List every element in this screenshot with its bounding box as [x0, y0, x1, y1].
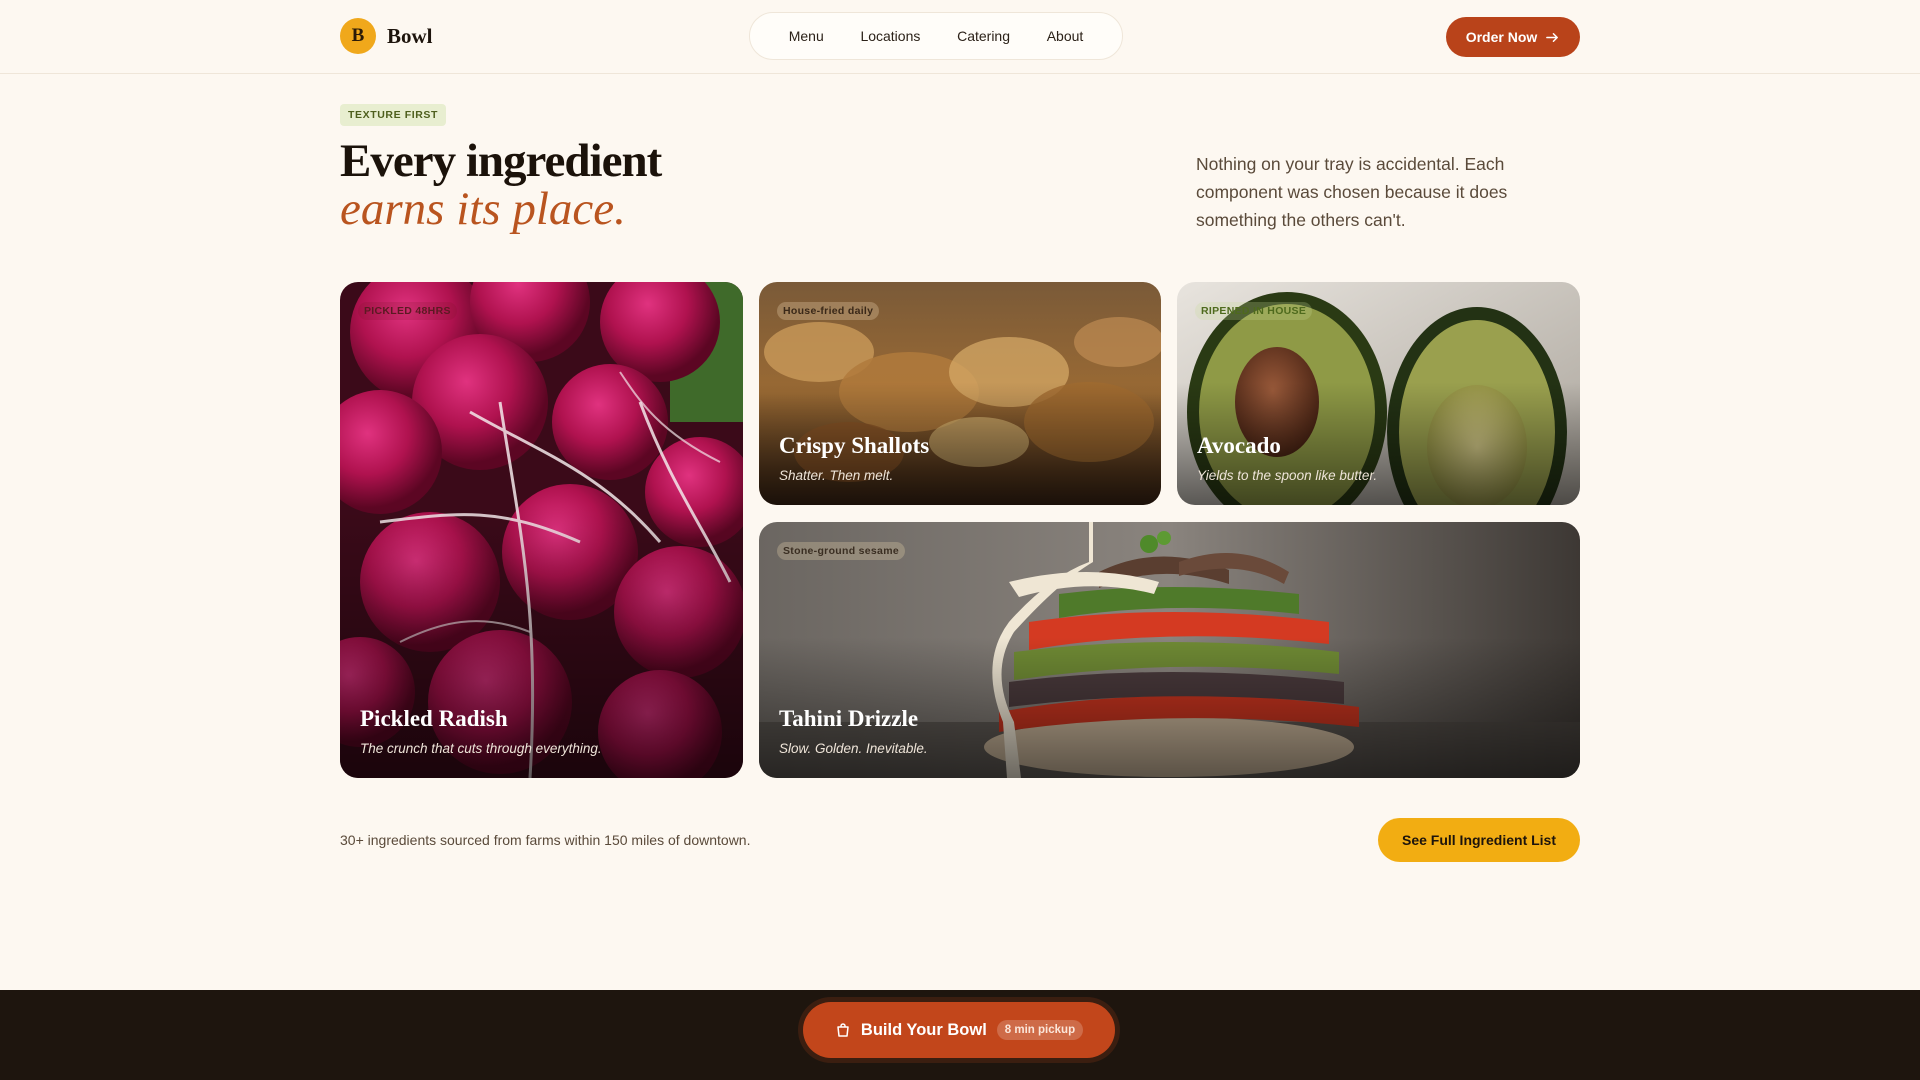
card-tag: PICKLED 48HRS: [358, 302, 457, 320]
ingredient-card-pickled-radish[interactable]: PICKLED 48HRS Pickled Radish The crunch …: [340, 282, 743, 778]
card-subtitle: Shatter. Then melt.: [779, 468, 894, 483]
full-ingredient-list-button[interactable]: See Full Ingredient List: [1378, 818, 1580, 862]
nav-item-catering[interactable]: Catering: [953, 22, 1014, 50]
card-title: Tahini Drizzle: [779, 706, 919, 731]
section-eyebrow-badge: TEXTURE FIRST: [340, 104, 447, 126]
ingredient-card-avocado[interactable]: RIPENED IN HOUSE Avocado Yields to the s…: [1177, 282, 1580, 505]
card-subtitle: The crunch that cuts through everything.: [360, 741, 602, 756]
main-nav: Menu Locations Catering About: [749, 12, 1123, 60]
shopping-bag-icon: [837, 1023, 849, 1037]
brand-logo[interactable]: B Bowl: [340, 18, 433, 54]
arrow-right-icon: [1546, 32, 1559, 42]
nav-item-about[interactable]: About: [1043, 22, 1088, 50]
logo-mark: B: [340, 18, 376, 54]
site-header: B Bowl Menu Locations Catering About Ord…: [0, 0, 1920, 74]
order-now-button[interactable]: Order Now: [1446, 17, 1580, 57]
card-title: Avocado: [1197, 433, 1281, 458]
nav-item-menu[interactable]: Menu: [785, 22, 828, 50]
brand-name: Bowl: [387, 23, 433, 48]
card-title: Crispy Shallots: [779, 433, 930, 458]
pickup-time-badge: 8 min pickup: [996, 1020, 1084, 1040]
ingredient-card-tahini-drizzle[interactable]: Stone-ground sesame Tahini Drizzle Slow.…: [759, 522, 1580, 778]
card-shade: [340, 282, 743, 778]
section-headline: Every ingredient: [340, 135, 662, 187]
card-title: Pickled Radish: [360, 706, 508, 731]
section-intro: Nothing on your tray is accidental. Each…: [1196, 154, 1508, 230]
sourcing-note: 30+ ingredients sourced from farms withi…: [340, 832, 751, 848]
card-tag: RIPENED IN HOUSE: [1195, 302, 1313, 320]
card-shade: [759, 522, 1580, 778]
card-tag: House-fried daily: [777, 302, 880, 320]
nav-item-locations[interactable]: Locations: [856, 22, 924, 50]
build-your-bowl-button[interactable]: Build Your Bowl 8 min pickup: [803, 1002, 1115, 1058]
order-now-label: Order Now: [1465, 29, 1538, 45]
card-subtitle: Yields to the spoon like butter.: [1197, 468, 1378, 483]
card-tag: Stone-ground sesame: [777, 542, 905, 560]
section-headline-accent: earns its place.: [340, 183, 626, 235]
build-your-bowl-label: Build Your Bowl: [860, 1020, 987, 1039]
ingredient-card-crispy-shallots[interactable]: House-fried daily Crispy Shallots Shatte…: [759, 282, 1161, 505]
card-subtitle: Slow. Golden. Inevitable.: [779, 741, 928, 756]
